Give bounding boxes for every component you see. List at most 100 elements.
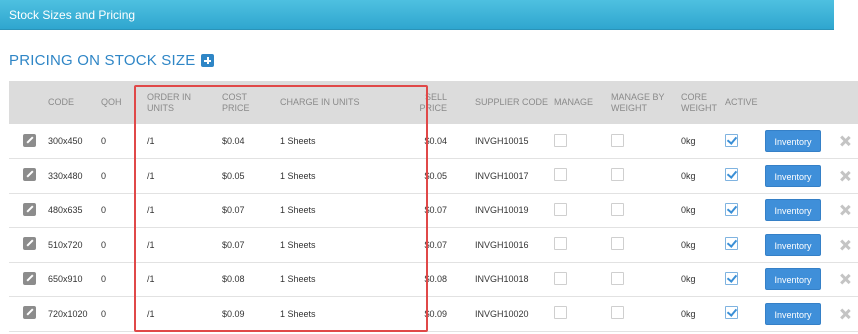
manage-checkbox[interactable] <box>554 168 567 182</box>
manage-checkbox[interactable] <box>554 133 567 147</box>
active-checkbox[interactable] <box>725 133 738 147</box>
cell-charge-in-units: 1 Sheets <box>280 239 316 250</box>
edit-pencil-icon[interactable] <box>23 202 36 216</box>
table-row: 720x1020 0/1 $0.09 1 Sheets $0.09 INVGH10020 0… <box>9 297 858 331</box>
manage-by-weight-checkbox[interactable] <box>611 237 624 251</box>
cell-qoh: 0 <box>101 274 107 285</box>
cell-cost-price: $0.07 <box>222 205 245 216</box>
active-checkbox[interactable] <box>725 202 738 216</box>
cell-qoh: 0 <box>101 205 107 216</box>
col-charge-in-units: CHARGE IN UNITS <box>280 97 360 107</box>
inventory-button[interactable]: Inventory <box>765 233 821 256</box>
cell-core-weight: 0kg <box>681 170 696 181</box>
edit-pencil-icon[interactable] <box>23 306 36 320</box>
edit-pencil-icon[interactable] <box>23 133 36 147</box>
manage-by-weight-checkbox[interactable] <box>611 306 624 320</box>
col-manage: MANAGE <box>554 97 594 107</box>
cell-core-weight: 0kg <box>681 205 696 216</box>
delete-row-icon[interactable] <box>840 274 850 284</box>
cell-order-in-units: /1 <box>147 170 155 181</box>
active-checkbox[interactable] <box>725 271 738 285</box>
manage-by-weight-checkbox[interactable] <box>611 271 624 285</box>
inventory-button[interactable]: Inventory <box>765 130 821 152</box>
manage-checkbox[interactable] <box>554 271 567 285</box>
table-row: 300x450 0/1 $0.04 1 Sheets $0.04 INVGH10015 0k… <box>9 124 858 159</box>
cell-core-weight: 0kg <box>681 308 696 319</box>
manage-checkbox[interactable] <box>554 237 567 251</box>
inventory-button[interactable]: Inventory <box>765 164 821 187</box>
cell-code: 650x910 <box>48 274 83 285</box>
inventory-button[interactable]: Inventory <box>765 302 821 325</box>
col-sell-price: SELL PRICE <box>419 91 447 113</box>
cell-sell-price: $0.08 <box>424 274 447 285</box>
cell-sell-price: $0.09 <box>424 308 447 319</box>
delete-row-icon[interactable] <box>840 309 850 319</box>
active-checkbox[interactable] <box>725 306 738 320</box>
cell-cost-price: $0.08 <box>222 274 245 285</box>
manage-by-weight-checkbox[interactable] <box>611 168 624 182</box>
col-supplier-code: SUPPLIER CODE <box>475 97 549 107</box>
delete-row-icon[interactable] <box>840 171 850 181</box>
inventory-button[interactable]: Inventory <box>765 199 821 222</box>
table-row: 480x635 0/1 $0.07 1 Sheets $0.07 INVGH10019 0k… <box>9 193 858 228</box>
manage-checkbox[interactable] <box>554 306 567 320</box>
cell-charge-in-units: 1 Sheets <box>280 274 316 285</box>
edit-pencil-icon[interactable] <box>23 271 36 285</box>
delete-row-icon[interactable] <box>840 240 850 250</box>
cell-qoh: 0 <box>101 308 107 319</box>
edit-pencil-icon[interactable] <box>23 237 36 251</box>
cell-cost-price: $0.04 <box>222 136 245 146</box>
cell-order-in-units: /1 <box>147 308 155 319</box>
col-order-in-units: ORDER IN UNITS <box>147 91 192 113</box>
inventory-button[interactable]: Inventory <box>765 268 821 291</box>
panel-header: Stock Sizes and Pricing <box>0 0 834 30</box>
cell-cost-price: $0.09 <box>222 308 245 319</box>
col-manage-by-weight: MANAGE BY WEIGHT <box>611 91 665 113</box>
cell-supplier-code: INVGH10017 <box>475 170 529 181</box>
cell-qoh: 0 <box>101 136 107 146</box>
pricing-table: CODE QOH ORDER IN UNITS COST PRICE CHARG… <box>9 81 858 332</box>
table-row: 650x910 0/1 $0.08 1 Sheets $0.08 INVGH10018 0k… <box>9 262 858 297</box>
cell-core-weight: 0kg <box>681 136 696 146</box>
col-qoh: QOH <box>101 97 122 107</box>
cell-code: 480x635 <box>48 205 83 216</box>
section-title: PRICING ON STOCK SIZE <box>9 52 215 69</box>
cell-code: 300x450 <box>48 136 83 146</box>
manage-by-weight-checkbox[interactable] <box>611 133 624 147</box>
cell-code: 720x1020 <box>48 308 88 319</box>
cell-qoh: 0 <box>101 239 107 250</box>
table-header-row: CODE QOH ORDER IN UNITS COST PRICE CHARG… <box>9 81 858 124</box>
table-row: 510x720 0/1 $0.07 1 Sheets $0.07 INVGH10016 0k… <box>9 228 858 262</box>
cell-supplier-code: INVGH10019 <box>475 205 529 216</box>
cell-supplier-code: INVGH10018 <box>475 274 529 285</box>
cell-core-weight: 0kg <box>681 239 696 250</box>
cell-sell-price: $0.04 <box>424 136 447 146</box>
active-checkbox[interactable] <box>725 237 738 251</box>
cell-charge-in-units: 1 Sheets <box>280 136 316 146</box>
cell-cost-price: $0.05 <box>222 170 245 181</box>
cell-sell-price: $0.07 <box>424 239 447 250</box>
cell-order-in-units: /1 <box>147 136 155 146</box>
cell-charge-in-units: 1 Sheets <box>280 205 316 216</box>
col-actions <box>763 81 829 124</box>
cell-supplier-code: INVGH10015 <box>475 136 529 146</box>
cell-cost-price: $0.07 <box>222 239 245 250</box>
active-checkbox[interactable] <box>725 168 738 182</box>
cell-sell-price: $0.07 <box>424 205 447 216</box>
delete-row-icon[interactable] <box>840 136 850 146</box>
cell-charge-in-units: 1 Sheets <box>280 170 316 181</box>
edit-pencil-icon[interactable] <box>23 168 36 182</box>
manage-checkbox[interactable] <box>554 202 567 216</box>
manage-by-weight-checkbox[interactable] <box>611 202 624 216</box>
panel-title: Stock Sizes and Pricing <box>9 8 136 22</box>
cell-order-in-units: /1 <box>147 205 155 216</box>
col-active: ACTIVE <box>725 97 758 107</box>
cell-code: 510x720 <box>48 239 83 250</box>
add-stock-size-icon[interactable] <box>201 54 215 67</box>
section-title-text: PRICING ON STOCK SIZE <box>9 52 196 69</box>
col-code: CODE <box>48 97 75 107</box>
cell-sell-price: $0.05 <box>424 170 447 181</box>
col-delete <box>829 81 858 124</box>
table-row: 330x480 0/1 $0.05 1 Sheets $0.05 INVGH10017 0k… <box>9 159 858 193</box>
delete-row-icon[interactable] <box>840 205 850 215</box>
